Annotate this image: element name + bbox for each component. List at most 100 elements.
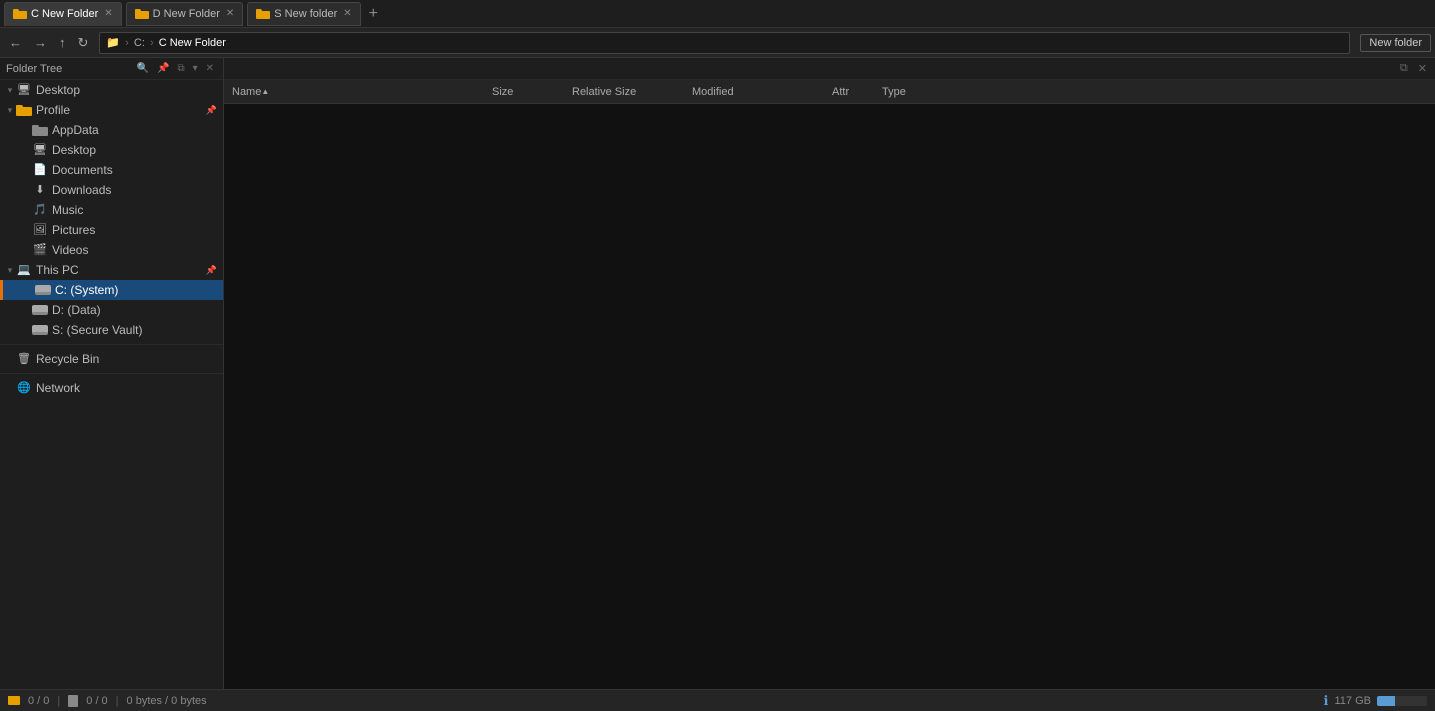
tree-container: ▾🖥Desktop▾Profile📌AppData🖥Desktop📄Docume… xyxy=(0,80,223,398)
toolbar: ← → ↑ ↻ 📁 › C: › C New Folder New folder xyxy=(0,28,1435,58)
col-attr-header[interactable]: Attr xyxy=(828,86,878,98)
up-button[interactable]: ↑ xyxy=(54,34,71,51)
sidebar-item-pictures[interactable]: 🖼Pictures xyxy=(0,220,223,240)
tab-close-button[interactable]: ✕ xyxy=(226,8,234,19)
icon-downloads: ⬇ xyxy=(32,183,48,197)
panel-close-right-button[interactable]: ✕ xyxy=(1414,61,1431,76)
icon-desktop: 🖥 xyxy=(16,83,32,97)
disk-size-label: 117 GB xyxy=(1335,695,1372,707)
forward-button[interactable]: → xyxy=(29,34,52,51)
tab-folder-icon xyxy=(13,8,27,19)
icon-documents: 📄 xyxy=(32,163,48,177)
panel-title-controls: 🔍 📌 ⧉ ▾ ✕ xyxy=(134,62,217,75)
sidebar-item-profile[interactable]: ▾ Profile 📌 xyxy=(0,100,223,120)
sidebar-label-music: Music xyxy=(52,203,83,217)
icon-profile xyxy=(16,104,32,116)
tab-close-button[interactable]: ✕ xyxy=(343,8,351,19)
sidebar-label-profile: Profile xyxy=(36,103,70,117)
pin-icon-profile: 📌 xyxy=(206,105,217,116)
status-right: ℹ 117 GB xyxy=(1324,693,1427,709)
col-name-header[interactable]: Name xyxy=(228,86,488,98)
icon-c-drive xyxy=(35,284,51,296)
sidebar-label-appdata: AppData xyxy=(52,123,99,137)
status-folder-icon xyxy=(8,696,20,705)
sidebar-item-desktop2[interactable]: 🖥 Desktop xyxy=(0,140,223,160)
add-tab-button[interactable]: + xyxy=(363,2,384,26)
sidebar-label-s-drive: S: (Secure Vault) xyxy=(52,323,142,337)
sidebar-item-videos[interactable]: 🎬 Videos xyxy=(0,240,223,260)
tree-arrow-profile: ▾ xyxy=(4,105,16,116)
info-icon: ℹ xyxy=(1324,693,1329,709)
panel-close-button[interactable]: ✕ xyxy=(203,62,217,75)
icon-s-drive xyxy=(32,324,48,336)
panel-more-button[interactable]: ▾ xyxy=(190,62,201,75)
sidebar-item-appdata[interactable]: AppData xyxy=(0,120,223,140)
tab-folder-icon xyxy=(135,8,149,19)
address-current-folder: C New Folder xyxy=(159,37,226,49)
file-panel: ⧉ ✕ Name Size Relative Size Modified Att… xyxy=(224,58,1435,689)
address-bar[interactable]: 📁 › C: › C New Folder xyxy=(99,32,1350,54)
sidebar-item-thispc[interactable]: ▾💻This PC📌 xyxy=(0,260,223,280)
panel-search-button[interactable]: 🔍 xyxy=(134,62,152,75)
address-drive: C: xyxy=(131,37,145,49)
sidebar-item-downloads[interactable]: ⬇Downloads xyxy=(0,180,223,200)
refresh-button[interactable]: ↻ xyxy=(73,34,94,51)
folder-tree-header: Folder Tree 🔍 📌 ⧉ ▾ ✕ xyxy=(0,58,223,80)
panel-layout-button[interactable]: ⧉ xyxy=(1396,61,1412,76)
status-bar: 0 / 0 | 0 / 0 | 0 bytes / 0 bytes ℹ 117 … xyxy=(0,689,1435,711)
sidebar-label-desktop: Desktop xyxy=(36,83,80,97)
status-file-icon xyxy=(68,695,78,707)
sidebar-label-thispc: This PC xyxy=(36,263,79,277)
icon-desktop2: 🖥 xyxy=(32,143,48,157)
tab-label: D New Folder xyxy=(153,8,220,20)
folder-tree-panel: Folder Tree 🔍 📌 ⧉ ▾ ✕ ▾🖥Desktop▾Profile📌… xyxy=(0,58,224,689)
main-area: Folder Tree 🔍 📌 ⧉ ▾ ✕ ▾🖥Desktop▾Profile📌… xyxy=(0,58,1435,689)
sidebar-label-documents: Documents xyxy=(52,163,113,177)
sidebar-item-desktop[interactable]: ▾🖥Desktop xyxy=(0,80,223,100)
col-relsize-header[interactable]: Relative Size xyxy=(568,86,688,98)
sidebar-item-c-drive[interactable]: C: (System) xyxy=(0,280,223,300)
tab-d-new-folder[interactable]: D New Folder ✕ xyxy=(126,2,244,26)
sidebar-item-music[interactable]: 🎵 Music xyxy=(0,200,223,220)
sidebar-label-network: Network xyxy=(36,381,80,395)
tab-bar: C New Folder✕D New Folder✕S New folder✕ … xyxy=(0,0,1435,28)
icon-videos: 🎬 xyxy=(32,243,48,257)
icon-music: 🎵 xyxy=(32,203,48,217)
status-size-info: 0 bytes / 0 bytes xyxy=(127,695,207,707)
sidebar-item-d-drive[interactable]: D: (Data) xyxy=(0,300,223,320)
col-type-header[interactable]: Type xyxy=(878,86,1431,98)
icon-thispc: 💻 xyxy=(16,263,32,277)
icon-recyclebin: 🗑 xyxy=(16,352,32,366)
pin-icon-thispc: 📌 xyxy=(206,265,217,276)
tab-s-new-folder[interactable]: S New folder ✕ xyxy=(247,2,360,26)
sidebar-label-desktop2: Desktop xyxy=(52,143,96,157)
panel-copy-button[interactable]: ⧉ xyxy=(174,62,187,75)
sidebar-item-network[interactable]: 🌐 Network xyxy=(0,378,223,398)
sidebar-label-videos: Videos xyxy=(52,243,88,257)
folder-tree-title: Folder Tree xyxy=(6,63,62,75)
status-files-count: 0 / 0 xyxy=(86,695,107,707)
back-button[interactable]: ← xyxy=(4,34,27,51)
file-content-area[interactable] xyxy=(224,104,1435,689)
new-folder-button[interactable]: New folder xyxy=(1360,34,1431,52)
disk-bar-fill xyxy=(1377,696,1395,706)
col-size-header[interactable]: Size xyxy=(488,86,568,98)
sidebar-divider-before-recycle xyxy=(0,344,223,345)
icon-network: 🌐 xyxy=(16,381,32,395)
address-folder-icon: 📁 xyxy=(106,36,123,49)
panel-pin-button[interactable]: 📌 xyxy=(154,62,172,75)
status-left: 0 / 0 | 0 / 0 | 0 bytes / 0 bytes xyxy=(8,695,1316,707)
icon-appdata xyxy=(32,124,48,136)
tab-label: C New Folder xyxy=(31,8,98,20)
sidebar-item-recyclebin[interactable]: 🗑 Recycle Bin xyxy=(0,349,223,369)
sidebar-item-s-drive[interactable]: S: (Secure Vault) xyxy=(0,320,223,340)
disk-usage-bar xyxy=(1377,696,1427,706)
tab-c-new-folder[interactable]: C New Folder ✕ xyxy=(4,2,122,26)
column-headers: Name Size Relative Size Modified Attr Ty… xyxy=(224,80,1435,104)
sidebar-item-documents[interactable]: 📄 Documents xyxy=(0,160,223,180)
tab-label: S New folder xyxy=(274,8,337,20)
col-modified-header[interactable]: Modified xyxy=(688,86,828,98)
sidebar-label-recyclebin: Recycle Bin xyxy=(36,352,99,366)
tab-close-button[interactable]: ✕ xyxy=(104,8,112,19)
right-panel-header: ⧉ ✕ xyxy=(224,58,1435,80)
